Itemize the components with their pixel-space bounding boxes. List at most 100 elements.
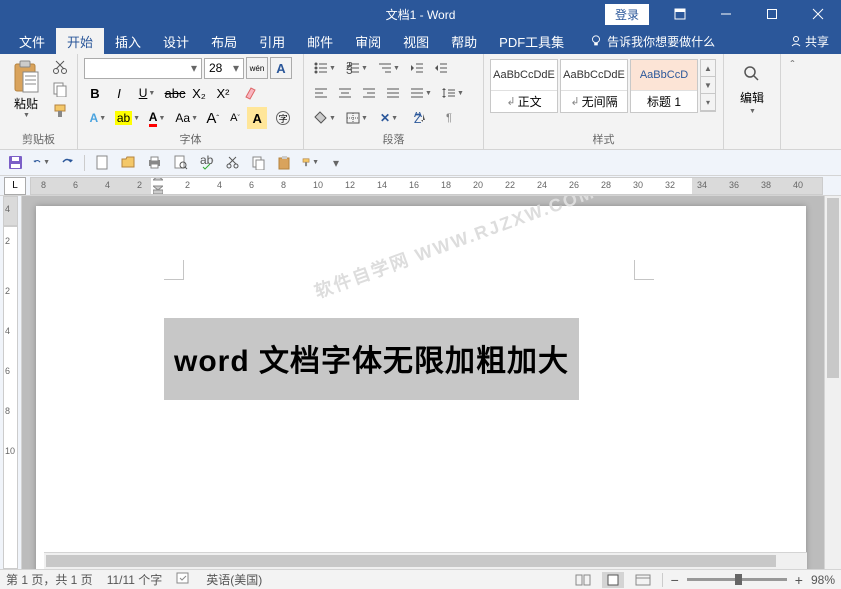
distribute-button[interactable]: ▼: [406, 82, 436, 104]
selected-text[interactable]: word 文档字体无限加粗加大: [164, 318, 579, 400]
collapse-ribbon-button[interactable]: ˆ: [780, 54, 804, 149]
sort-button[interactable]: AZ: [406, 107, 436, 129]
minimize-icon[interactable]: [703, 0, 749, 28]
subscript-button[interactable]: X₂: [188, 82, 210, 104]
ruler-vertical[interactable]: 42246810: [0, 196, 22, 569]
document-scroll[interactable]: 软件自学网 WWW.RJZXW.COM word 文档字体无限加粗加大: [22, 196, 824, 569]
qat-customize-button[interactable]: ▾: [327, 154, 345, 172]
tab-help[interactable]: 帮助: [440, 28, 488, 54]
vertical-scrollbar[interactable]: [824, 196, 841, 569]
chevron-up-icon[interactable]: ▲: [701, 60, 715, 77]
style-normal[interactable]: AaBbCcDdE ↲正文: [490, 59, 558, 113]
chevron-down-icon[interactable]: ▼: [701, 77, 715, 94]
close-icon[interactable]: [795, 0, 841, 28]
page[interactable]: 软件自学网 WWW.RJZXW.COM word 文档字体无限加粗加大: [36, 206, 806, 569]
decrease-indent-button[interactable]: [406, 57, 428, 79]
align-right-button[interactable]: [358, 82, 380, 104]
character-border-button[interactable]: A: [270, 57, 292, 79]
strikethrough-button[interactable]: abc: [164, 82, 186, 104]
share-button[interactable]: 共享: [790, 33, 829, 50]
line-spacing-button[interactable]: ▼: [438, 82, 468, 104]
enclose-character-button[interactable]: 字: [269, 107, 297, 129]
tab-selector[interactable]: L: [4, 177, 26, 195]
superscript-button[interactable]: X²: [212, 82, 234, 104]
underline-button[interactable]: U▼: [132, 82, 162, 104]
login-button[interactable]: 登录: [605, 4, 649, 25]
grow-font-button[interactable]: Aˆ: [203, 107, 223, 129]
numbering-button[interactable]: 123▼: [342, 57, 372, 79]
page-count[interactable]: 第 1 页，共 1 页: [6, 571, 93, 588]
justify-button[interactable]: [382, 82, 404, 104]
undo-button[interactable]: ▼: [32, 154, 50, 172]
save-button[interactable]: [6, 154, 24, 172]
tab-references[interactable]: 引用: [248, 28, 296, 54]
change-case-button[interactable]: Aa▼: [173, 107, 201, 129]
ribbon-display-icon[interactable]: [657, 0, 703, 28]
font-family-combo[interactable]: ▾: [84, 58, 202, 79]
spellcheck-button[interactable]: abc: [197, 154, 215, 172]
character-shading-button[interactable]: A: [247, 107, 267, 129]
indent-marker-icon[interactable]: [153, 177, 163, 194]
zoom-level[interactable]: 98%: [811, 573, 835, 587]
format-painter-qat-button[interactable]: ▼: [301, 154, 319, 172]
style-nospacing[interactable]: AaBbCcDdE ↲无间隔: [560, 59, 628, 113]
font-color-button[interactable]: A▼: [143, 107, 171, 129]
copy-qat-button[interactable]: [249, 154, 267, 172]
styles-scroll[interactable]: ▲ ▼ ▾: [700, 59, 716, 112]
show-marks-button[interactable]: ¶: [438, 107, 460, 129]
cut-button[interactable]: [50, 57, 70, 77]
word-count[interactable]: 11/11 个字: [107, 571, 163, 588]
print-layout-button[interactable]: [602, 572, 624, 588]
read-mode-button[interactable]: [572, 572, 594, 588]
bullets-button[interactable]: ▼: [310, 57, 340, 79]
preview-button[interactable]: [171, 154, 189, 172]
tab-insert[interactable]: 插入: [104, 28, 152, 54]
paste-button[interactable]: 粘贴 ▼: [6, 57, 46, 129]
spellcheck-status[interactable]: [176, 571, 192, 588]
tab-layout[interactable]: 布局: [200, 28, 248, 54]
cut-qat-button[interactable]: [223, 154, 241, 172]
tab-file[interactable]: 文件: [8, 28, 56, 54]
print-button[interactable]: [145, 154, 163, 172]
zoom-out-button[interactable]: −: [671, 572, 679, 588]
zoom-slider[interactable]: [687, 578, 787, 581]
language-status[interactable]: 英语(美国): [206, 571, 262, 588]
tell-me-input[interactable]: 告诉我你想要做什么: [589, 33, 715, 50]
tab-view[interactable]: 视图: [392, 28, 440, 54]
font-size-combo[interactable]: 28▾: [204, 58, 244, 79]
align-left-button[interactable]: [310, 82, 332, 104]
align-center-button[interactable]: [334, 82, 356, 104]
tab-design[interactable]: 设计: [152, 28, 200, 54]
text-effects-button[interactable]: A▼: [84, 107, 112, 129]
tab-pdftools[interactable]: PDF工具集: [488, 28, 575, 54]
open-button[interactable]: [119, 154, 137, 172]
increase-indent-button[interactable]: [430, 57, 452, 79]
shrink-font-button[interactable]: Aˇ: [225, 107, 245, 129]
asian-layout-button[interactable]: ✕▼: [374, 107, 404, 129]
maximize-icon[interactable]: [749, 0, 795, 28]
redo-button[interactable]: [58, 154, 76, 172]
zoom-in-button[interactable]: +: [795, 572, 803, 588]
highlight-button[interactable]: ab▼: [114, 107, 142, 129]
tab-review[interactable]: 审阅: [344, 28, 392, 54]
italic-button[interactable]: I: [108, 82, 130, 104]
bold-button[interactable]: B: [84, 82, 106, 104]
phonetic-guide-button[interactable]: wén: [246, 57, 268, 79]
web-layout-button[interactable]: [632, 572, 654, 588]
borders-button[interactable]: ▼: [342, 107, 372, 129]
tab-home[interactable]: 开始: [56, 28, 104, 54]
hruler[interactable]: 8642246810121416182022242628303234363840…: [30, 177, 823, 195]
format-painter-button[interactable]: [50, 101, 70, 121]
new-button[interactable]: [93, 154, 111, 172]
multilevel-list-button[interactable]: ▼: [374, 57, 404, 79]
tab-mailings[interactable]: 邮件: [296, 28, 344, 54]
clear-formatting-button[interactable]: [236, 82, 266, 104]
status-bar: 第 1 页，共 1 页 11/11 个字 英语(美国) − + 98%: [0, 569, 841, 589]
shading-button[interactable]: ▼: [310, 107, 340, 129]
style-heading1[interactable]: AaBbCcD 标题 1: [630, 59, 698, 113]
styles-expand-icon[interactable]: ▾: [701, 94, 715, 111]
horizontal-scrollbar[interactable]: [44, 552, 807, 569]
find-button[interactable]: [743, 65, 761, 83]
paste-qat-button[interactable]: [275, 154, 293, 172]
copy-button[interactable]: [50, 79, 70, 99]
